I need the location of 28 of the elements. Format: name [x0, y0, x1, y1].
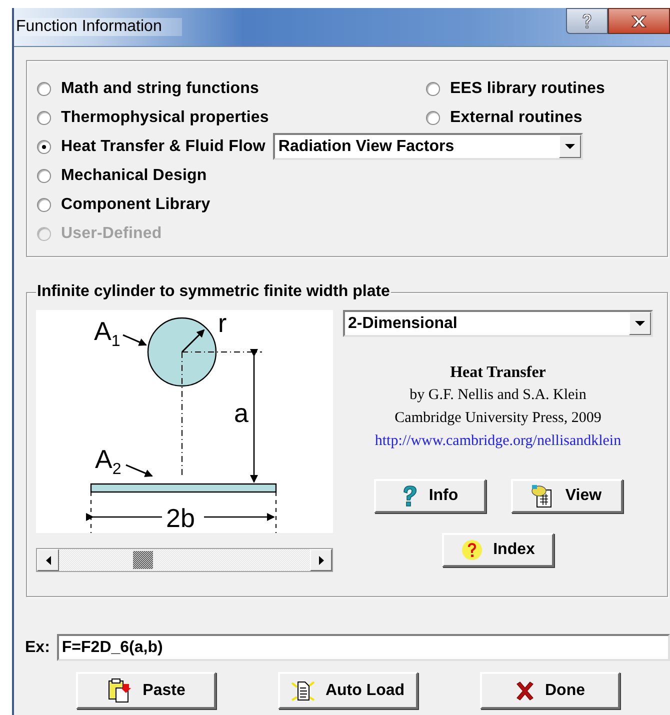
example-field[interactable]: F=F2D_6(a,b)	[56, 634, 670, 661]
radio-label[interactable]: Thermophysical properties	[61, 108, 269, 126]
dropdown[interactable]: 2-Dimensional	[343, 310, 653, 337]
diagram-label: A$_{2}$	[95, 446, 122, 478]
book-link[interactable]: http://www.cambridge.org/nellisandklein	[374, 430, 622, 453]
diagram-label: 2b	[166, 505, 195, 531]
radio-label[interactable]: Math and string functions	[61, 80, 260, 98]
window-title: Function Information	[14, 18, 182, 36]
diagram-label: r	[218, 310, 227, 336]
radio-label[interactable]: External routines	[450, 108, 582, 126]
group-title: Infinite cylinder to symmetric finite width plate	[36, 283, 391, 301]
book-authors: by G.F. Nellis and S.A. Klein	[410, 386, 586, 405]
done-button[interactable]: Done	[480, 672, 620, 709]
radio-label[interactable]: Heat Transfer & Fluid Flow	[61, 138, 266, 156]
diagram-label: a	[234, 400, 248, 426]
radio-label[interactable]: EES library routines	[450, 80, 605, 98]
book-publisher: Cambridge University Press, 2009	[394, 409, 602, 428]
view-button[interactable]: View	[510, 479, 622, 513]
autoload-button[interactable]: Auto Load	[278, 672, 418, 709]
diagram-label: A$_{1}$	[94, 318, 120, 350]
radio-label[interactable]: Mechanical Design	[61, 166, 207, 184]
info-button[interactable]: Info	[374, 479, 486, 513]
example-label: Ex:	[25, 638, 50, 656]
dropdown[interactable]: Radiation View Factors	[273, 133, 584, 160]
book-title: Heat Transfer	[450, 363, 546, 383]
paste-button[interactable]: Paste	[76, 672, 216, 709]
index-button[interactable]: Index	[442, 533, 554, 567]
radio-label[interactable]: Component Library	[61, 196, 210, 214]
